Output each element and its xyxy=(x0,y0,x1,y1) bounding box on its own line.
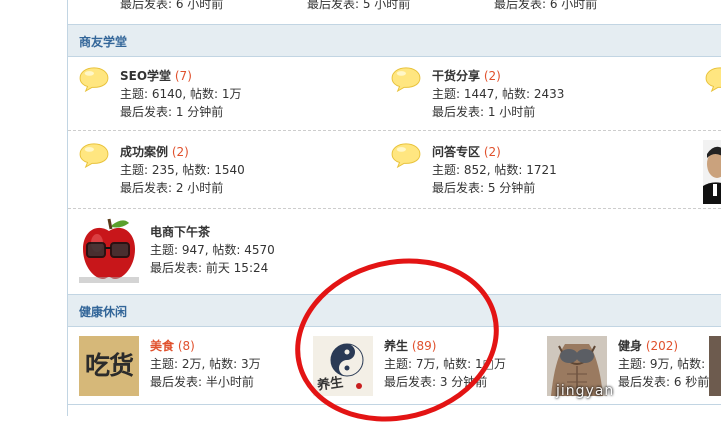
forum-new-count: (8) xyxy=(177,339,195,353)
forum-last-post[interactable]: 最后发表: 半小时前 xyxy=(150,374,254,391)
forum-stats: 主题: 9万, 帖数: 1□万 xyxy=(618,357,721,371)
speech-bubble-icon xyxy=(79,143,109,168)
forum-name[interactable]: 问答专区 xyxy=(432,145,480,159)
forum-new-count: (2) xyxy=(483,145,501,159)
forum-item-ganhuo[interactable]: 干货分享 (2) xyxy=(432,68,501,85)
forum-item-chenggong[interactable]: 成功案例 (2) xyxy=(120,144,189,161)
category-header-shangyou[interactable]: 商友学堂 xyxy=(68,24,721,57)
forum-name[interactable]: 成功案例 xyxy=(120,145,168,159)
chi-huo-image-text: 吃货 xyxy=(84,351,134,380)
forum-item-seo[interactable]: SEO学堂 (7) xyxy=(120,68,192,85)
forum-last-post[interactable]: 最后发表: 6 秒前 xyxy=(618,374,709,391)
forum-last-post[interactable]: 最后发表: 前天 15:24 xyxy=(150,260,268,277)
speech-bubble-icon xyxy=(705,67,721,92)
row-divider xyxy=(68,208,721,209)
forum-last-post[interactable]: 最后发表: 2 小时前 xyxy=(120,180,223,197)
forum-stats: 主题: 6140, 帖数: 1万 xyxy=(120,87,242,101)
forum-name[interactable]: 干货分享 xyxy=(432,69,480,83)
forum-name[interactable]: 电商下午茶 xyxy=(150,225,210,239)
forum-name[interactable]: 美食 xyxy=(150,339,174,353)
category-title[interactable]: 商友学堂 xyxy=(79,33,127,50)
forum-item-wenda[interactable]: 问答专区 (2) xyxy=(432,144,501,161)
forum-last-post: 最后发表: 6 小时前 xyxy=(120,0,224,11)
forum-new-count: (2) xyxy=(171,145,189,159)
speech-bubble-icon xyxy=(391,67,421,92)
forum-last-post[interactable]: 最后发表: 1 分钟前 xyxy=(120,104,223,121)
forum-new-count: (202) xyxy=(645,339,679,353)
forum-stats: 主题: 947, 帖数: 4570 xyxy=(150,243,275,257)
watermark-text: jingyan xyxy=(556,383,615,399)
forum-item-meishi[interactable]: 美食 (8) xyxy=(150,338,195,355)
forum-item-xiawucha[interactable]: 电商下午茶 xyxy=(150,224,210,241)
chi-huo-image[interactable]: 吃货 xyxy=(79,336,139,396)
forum-avatar-image xyxy=(703,140,721,204)
speech-bubble-icon xyxy=(391,143,421,168)
forum-new-count: (7) xyxy=(174,69,192,83)
category-title[interactable]: 健康休闲 xyxy=(79,303,127,320)
forum-last-post[interactable]: 最后发表: 1 小时前 xyxy=(432,104,535,121)
speech-bubble-icon xyxy=(79,67,109,92)
forum-last-post: 最后发表: 6 小时前 xyxy=(494,0,598,11)
forum-stats: 主题: 1447, 帖数: 2433 xyxy=(432,87,565,101)
forum-item-jianshen[interactable]: 健身 (202) xyxy=(618,338,678,355)
forum-new-count: (2) xyxy=(483,69,501,83)
forum-stats: 主题: 2万, 帖数: 3万 xyxy=(150,357,261,371)
apple-with-glasses-image[interactable] xyxy=(79,215,139,283)
forum-stats: 主题: 235, 帖数: 1540 xyxy=(120,163,245,177)
forum-last-post[interactable]: 最后发表: 5 分钟前 xyxy=(432,180,535,197)
forum-name[interactable]: SEO学堂 xyxy=(120,69,171,83)
forum-stats: 主题: 852, 帖数: 1721 xyxy=(432,163,557,177)
forum-last-post: 最后发表: 5 小时前 xyxy=(307,0,411,11)
row-divider xyxy=(68,130,721,131)
forum-avatar-image xyxy=(709,336,721,396)
forum-name[interactable]: 健身 xyxy=(618,339,642,353)
